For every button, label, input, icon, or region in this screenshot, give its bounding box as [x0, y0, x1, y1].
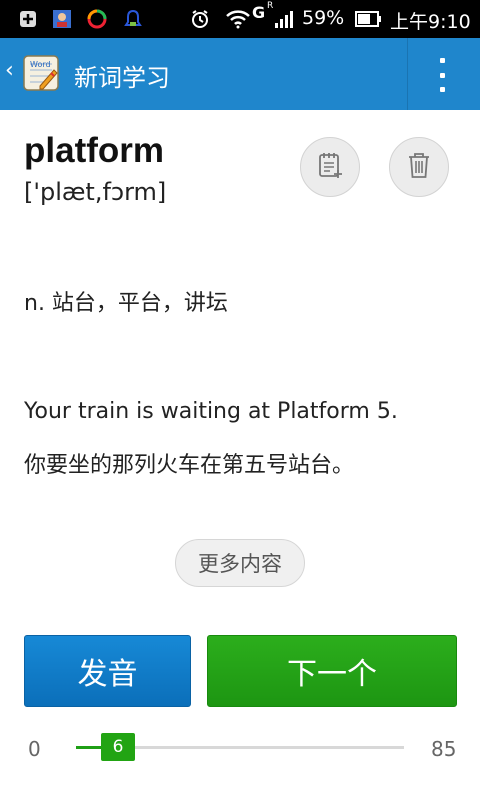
more-content-button[interactable]: 更多内容 [175, 539, 305, 587]
definition: n. 站台，平台，讲坛 [24, 291, 228, 316]
progress-slider-thumb[interactable]: 6 [101, 733, 135, 761]
add-note-icon [315, 150, 345, 184]
example-sentence-zh: 你要坐的那列火车在第五号站台。 [24, 453, 355, 478]
progress-max-label: 85 [431, 737, 457, 761]
app-bar-title: 新词学习 [74, 64, 170, 92]
app-notification-icon [87, 9, 107, 29]
clock: 上午9:10 [390, 11, 471, 33]
example-sentence-en: Your train is waiting at Platform 5. [24, 399, 398, 424]
app-bar: ‹ Word 新词学习 [0, 38, 480, 110]
network-type-label: G [252, 3, 266, 22]
add-to-notebook-button[interactable] [300, 137, 360, 197]
next-word-button[interactable]: 下一个 [207, 635, 457, 707]
trash-icon [405, 150, 433, 184]
battery-percent: 59% [302, 7, 345, 29]
alarm-icon [190, 9, 210, 29]
headword: platform [24, 131, 164, 170]
status-bar: G R 59% 上午9:10 [0, 0, 480, 38]
add-notification-icon [18, 9, 38, 29]
contacts-notification-icon [52, 9, 72, 29]
phonetic: ['plæt,fɔrm] [24, 178, 167, 206]
app-bar-divider [407, 38, 408, 110]
svg-text:Word: Word [30, 60, 51, 69]
roaming-label: R [267, 1, 274, 11]
back-chevron-icon[interactable]: ‹ [5, 58, 14, 83]
progress-min-label: 0 [28, 737, 41, 761]
delete-word-button[interactable] [389, 137, 449, 197]
overflow-menu-icon[interactable] [428, 58, 456, 92]
signal-strength-icon [274, 9, 296, 29]
wifi-icon [224, 9, 252, 29]
notification-bell-icon [123, 9, 143, 29]
pronounce-button[interactable]: 发音 [24, 635, 191, 707]
battery-icon [354, 9, 384, 29]
word-notepad-logo-icon[interactable]: Word [22, 54, 60, 92]
